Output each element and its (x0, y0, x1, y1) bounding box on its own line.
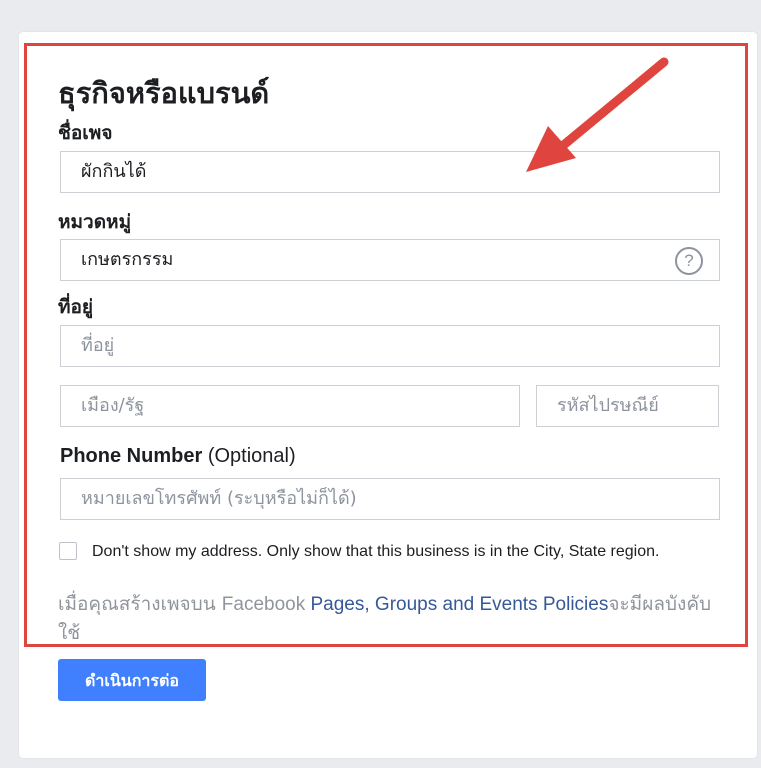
policy-prefix: เมื่อคุณสร้างเพจบน (58, 593, 222, 615)
address-placeholder: ที่อยู่ (81, 335, 115, 356)
category-input[interactable]: เกษตรกรรม ? (60, 239, 720, 281)
policies-link[interactable]: Pages, Groups and Events Policies (311, 594, 609, 615)
address-input[interactable]: ที่อยู่ (60, 325, 720, 367)
policy-brand: Facebook (221, 594, 311, 615)
phone-optional-text: (Optional) (207, 445, 296, 467)
page-name-label: ชื่อเพจ (58, 122, 113, 144)
category-value: เกษตรกรรม (81, 249, 174, 270)
page-name-input[interactable]: ผักกินได้ (60, 151, 720, 193)
phone-number-label: Phone Number (Optional) (60, 445, 296, 468)
hide-address-text: Don't show my address. Only show that th… (92, 543, 660, 560)
hide-address-checkbox[interactable] (59, 542, 77, 560)
city-placeholder: เมือง/รัฐ (81, 395, 145, 416)
phone-placeholder: หมายเลขโทรศัพท์ (ระบุหรือไม่ก็ได้) (81, 488, 357, 509)
continue-button[interactable]: ดำเนินการต่อ (58, 659, 206, 701)
address-label: ที่อยู่ (58, 296, 94, 318)
form-title: ธุรกิจหรือแบรนด์ (58, 76, 270, 110)
zip-code-input[interactable]: รหัสไปรษณีย์ (536, 385, 719, 427)
zip-placeholder: รหัสไปรษณีย์ (557, 395, 659, 416)
phone-number-input[interactable]: หมายเลขโทรศัพท์ (ระบุหรือไม่ก็ได้) (60, 478, 720, 520)
category-label: หมวดหมู่ (58, 211, 132, 233)
help-icon[interactable]: ? (675, 247, 703, 275)
policy-notice: เมื่อคุณสร้างเพจบน Facebook Pages, Group… (58, 590, 718, 647)
phone-label-text: Phone Number (60, 445, 203, 467)
city-state-input[interactable]: เมือง/รัฐ (60, 385, 520, 427)
page-name-value: ผักกินได้ (81, 161, 147, 182)
